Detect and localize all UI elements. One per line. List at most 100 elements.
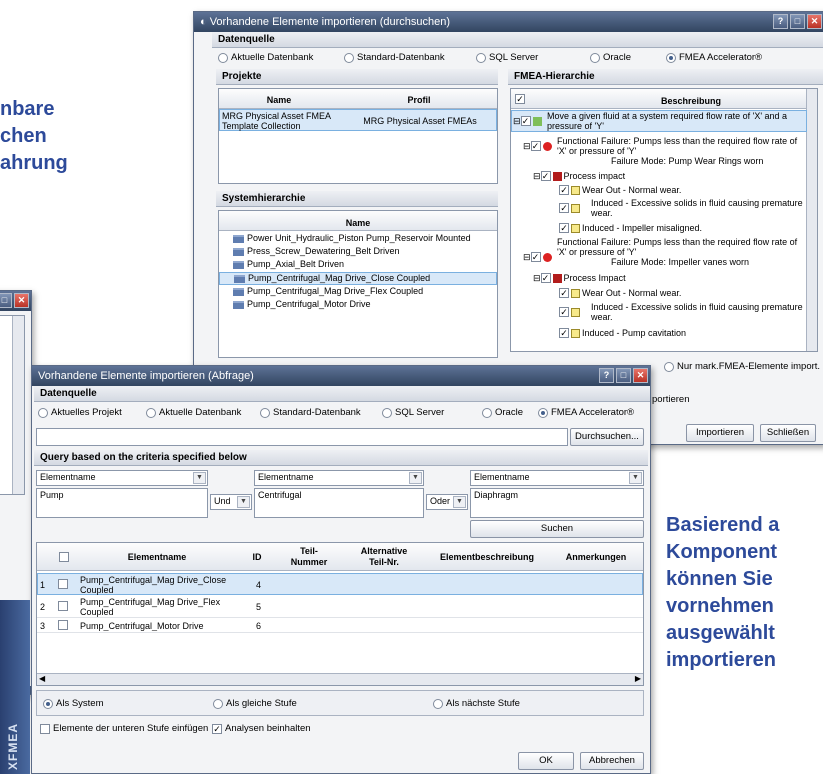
datasource-path-field[interactable]	[36, 428, 568, 446]
radio-aktuelle-datenbank[interactable]: Aktuelle Datenbank	[146, 407, 241, 418]
restore-icon[interactable]: □	[790, 14, 805, 29]
col-anmerkungen[interactable]: Anmerkungen	[547, 552, 643, 563]
close-icon[interactable]: ✕	[807, 14, 822, 29]
radio-standard-datenbank[interactable]: Standard-Datenbank	[344, 52, 445, 63]
import-button[interactable]: Importieren	[686, 424, 754, 442]
radio-sql-server[interactable]: SQL Server	[382, 407, 444, 418]
criteria-field-1[interactable]: Elementname ▼	[36, 470, 208, 486]
radio-als-naechste-stufe[interactable]: Als nächste Stufe	[433, 698, 520, 709]
node-checkbox[interactable]: ✓	[530, 141, 541, 151]
system-col-name[interactable]: Name	[219, 218, 497, 229]
fmea-text: Move a given fluid at a system required …	[547, 111, 788, 121]
scroll-left-icon[interactable]: ◀	[39, 674, 45, 683]
fmea-text: 'X' or pressure of 'Y'	[557, 247, 637, 257]
radio-aktuelles-projekt[interactable]: Aktuelles Projekt	[38, 407, 122, 418]
col-alternative-teil-nr[interactable]: Alternative Teil-Nr.	[341, 546, 427, 568]
dropdown-arrow-icon[interactable]: ▼	[409, 472, 422, 484]
col-elementname[interactable]: Elementname	[77, 552, 237, 563]
dropdown-arrow-icon[interactable]: ▼	[453, 496, 466, 508]
datasource-section-header: Datenquelle	[212, 32, 823, 48]
operator-select-2[interactable]: Oder ▼	[426, 494, 468, 510]
row-checkbox[interactable]	[58, 601, 68, 611]
ok-button[interactable]: OK	[518, 752, 574, 770]
horizontal-scrollbar[interactable]: ◀ ▶	[37, 673, 643, 685]
radio-sql-server[interactable]: SQL Server	[476, 52, 538, 63]
dropdown-arrow-icon[interactable]: ▼	[629, 472, 642, 484]
system-item[interactable]: Pump_Centrifugal_Mag Drive_Flex Coupled	[219, 286, 497, 298]
radio-aktuelle-datenbank[interactable]: Aktuelle Datenbank	[218, 52, 313, 63]
system-item-selected[interactable]: Pump_Centrifugal_Mag Drive_Close Coupled	[219, 272, 497, 285]
fmea-text: 'X' or pressure of 'Y'	[557, 146, 637, 156]
projects-col-profile[interactable]: Profil	[339, 95, 497, 106]
help-icon[interactable]: ?	[599, 368, 614, 383]
table-row[interactable]: 2 Pump_Centrifugal_Mag Drive_Flex Couple…	[37, 596, 643, 618]
tree-expander-icon: ⊟	[513, 116, 521, 126]
lower-level-checkbox[interactable]: Elemente der unteren Stufe einfügen	[40, 723, 208, 734]
include-analyses-checkbox[interactable]: ✓ Analysen beinhalten	[212, 723, 311, 734]
row-number: 2	[40, 602, 46, 612]
radio-standard-datenbank[interactable]: Standard-Datenbank	[260, 407, 361, 418]
close-icon[interactable]: ✕	[633, 368, 648, 383]
node-checkbox[interactable]: ✓	[540, 273, 551, 283]
radio-als-gleiche-stufe[interactable]: Als gleiche Stufe	[213, 698, 297, 709]
close-button[interactable]: Schließen	[760, 424, 816, 442]
fmea-text: Wear Out - Normal wear.	[582, 185, 682, 195]
table-row[interactable]: 3 Pump_Centrifugal_Motor Drive 6	[37, 619, 643, 633]
node-checkbox[interactable]: ✓	[559, 307, 569, 317]
left-window-scrollbar[interactable]	[12, 316, 24, 494]
system-item[interactable]: Power Unit_Hydraulic_Piston Pump_Reservo…	[219, 233, 497, 245]
dropdown-arrow-icon[interactable]: ▼	[193, 472, 206, 484]
project-row[interactable]: MRG Physical Asset FMEA Template Collect…	[219, 109, 497, 131]
radio-als-system[interactable]: Als System	[43, 698, 104, 709]
node-checkbox[interactable]: ✓	[540, 171, 551, 181]
fmea-text: Functional Failure: Pumps less than the …	[557, 237, 798, 247]
criteria-value-2[interactable]: Centrifugal	[254, 488, 424, 518]
radio-oracle[interactable]: Oracle	[590, 52, 631, 63]
node-checkbox[interactable]: ✓	[559, 223, 569, 233]
col-teil-nummer[interactable]: Teil- Nummer	[277, 546, 341, 568]
browse-button[interactable]: Durchsuchen...	[570, 428, 644, 446]
system-item[interactable]: Pump_Centrifugal_Motor Drive	[219, 299, 497, 311]
left-window-close-icon[interactable]: ✕	[14, 293, 29, 308]
table-row[interactable]: 1 Pump_Centrifugal_Mag Drive_Close Coupl…	[37, 573, 643, 595]
node-checkbox[interactable]: ✓	[520, 116, 531, 126]
criteria-value-3[interactable]: Diaphragm	[470, 488, 644, 518]
row-checkbox[interactable]	[58, 620, 68, 630]
fmea-select-all-checkbox[interactable]: ✓	[515, 94, 525, 104]
node-checkbox[interactable]: ✓	[559, 203, 569, 213]
operator-select-1[interactable]: Und ▼	[210, 494, 252, 510]
dropdown-arrow-icon[interactable]: ▼	[237, 496, 250, 508]
node-checkbox[interactable]: ✓	[559, 328, 569, 338]
tree-expander-icon: ⊟	[523, 141, 531, 151]
select-all-checkbox[interactable]	[59, 552, 69, 562]
radio-only-marked-fmea[interactable]: Nur mark.FMEA-Elemente import.	[664, 361, 820, 372]
node-checkbox[interactable]: ✓	[530, 252, 541, 262]
criteria-field-2[interactable]: Elementname ▼	[254, 470, 424, 486]
node-checkbox[interactable]: ✓	[559, 288, 569, 298]
left-window-restore-icon[interactable]: □	[0, 293, 12, 308]
criteria-field-3[interactable]: Elementname ▼	[470, 470, 644, 486]
projects-col-name[interactable]: Name	[219, 95, 339, 106]
left-window-list[interactable]	[0, 315, 25, 495]
brand-logo: XFMEA	[6, 723, 20, 770]
import-options-text: portieren	[652, 394, 690, 405]
node-checkbox[interactable]: ✓	[559, 185, 569, 195]
fmea-col-beschreibung[interactable]: Beschreibung	[571, 96, 811, 107]
left-window-titlebar: □ ✕	[0, 291, 31, 311]
col-elementbeschreibung[interactable]: Elementbeschreibung	[427, 552, 547, 563]
radio-fmea-accelerator[interactable]: FMEA Accelerator®	[538, 407, 634, 418]
search-button[interactable]: Suchen	[470, 520, 644, 538]
fmea-scrollbar[interactable]	[806, 89, 817, 351]
scroll-right-icon[interactable]: ▶	[635, 674, 641, 683]
effect-icon	[552, 274, 562, 284]
radio-fmea-accelerator[interactable]: FMEA Accelerator®	[666, 52, 762, 63]
cancel-button[interactable]: Abbrechen	[580, 752, 644, 770]
radio-oracle[interactable]: Oracle	[482, 407, 523, 418]
restore-icon[interactable]: □	[616, 368, 631, 383]
row-checkbox[interactable]	[58, 579, 68, 589]
system-item[interactable]: Press_Screw_Dewatering_Belt Driven	[219, 246, 497, 258]
system-item[interactable]: Pump_Axial_Belt Driven	[219, 259, 497, 271]
help-icon[interactable]: ?	[773, 14, 788, 29]
criteria-value-1[interactable]: Pump	[36, 488, 208, 518]
col-id[interactable]: ID	[237, 552, 277, 563]
